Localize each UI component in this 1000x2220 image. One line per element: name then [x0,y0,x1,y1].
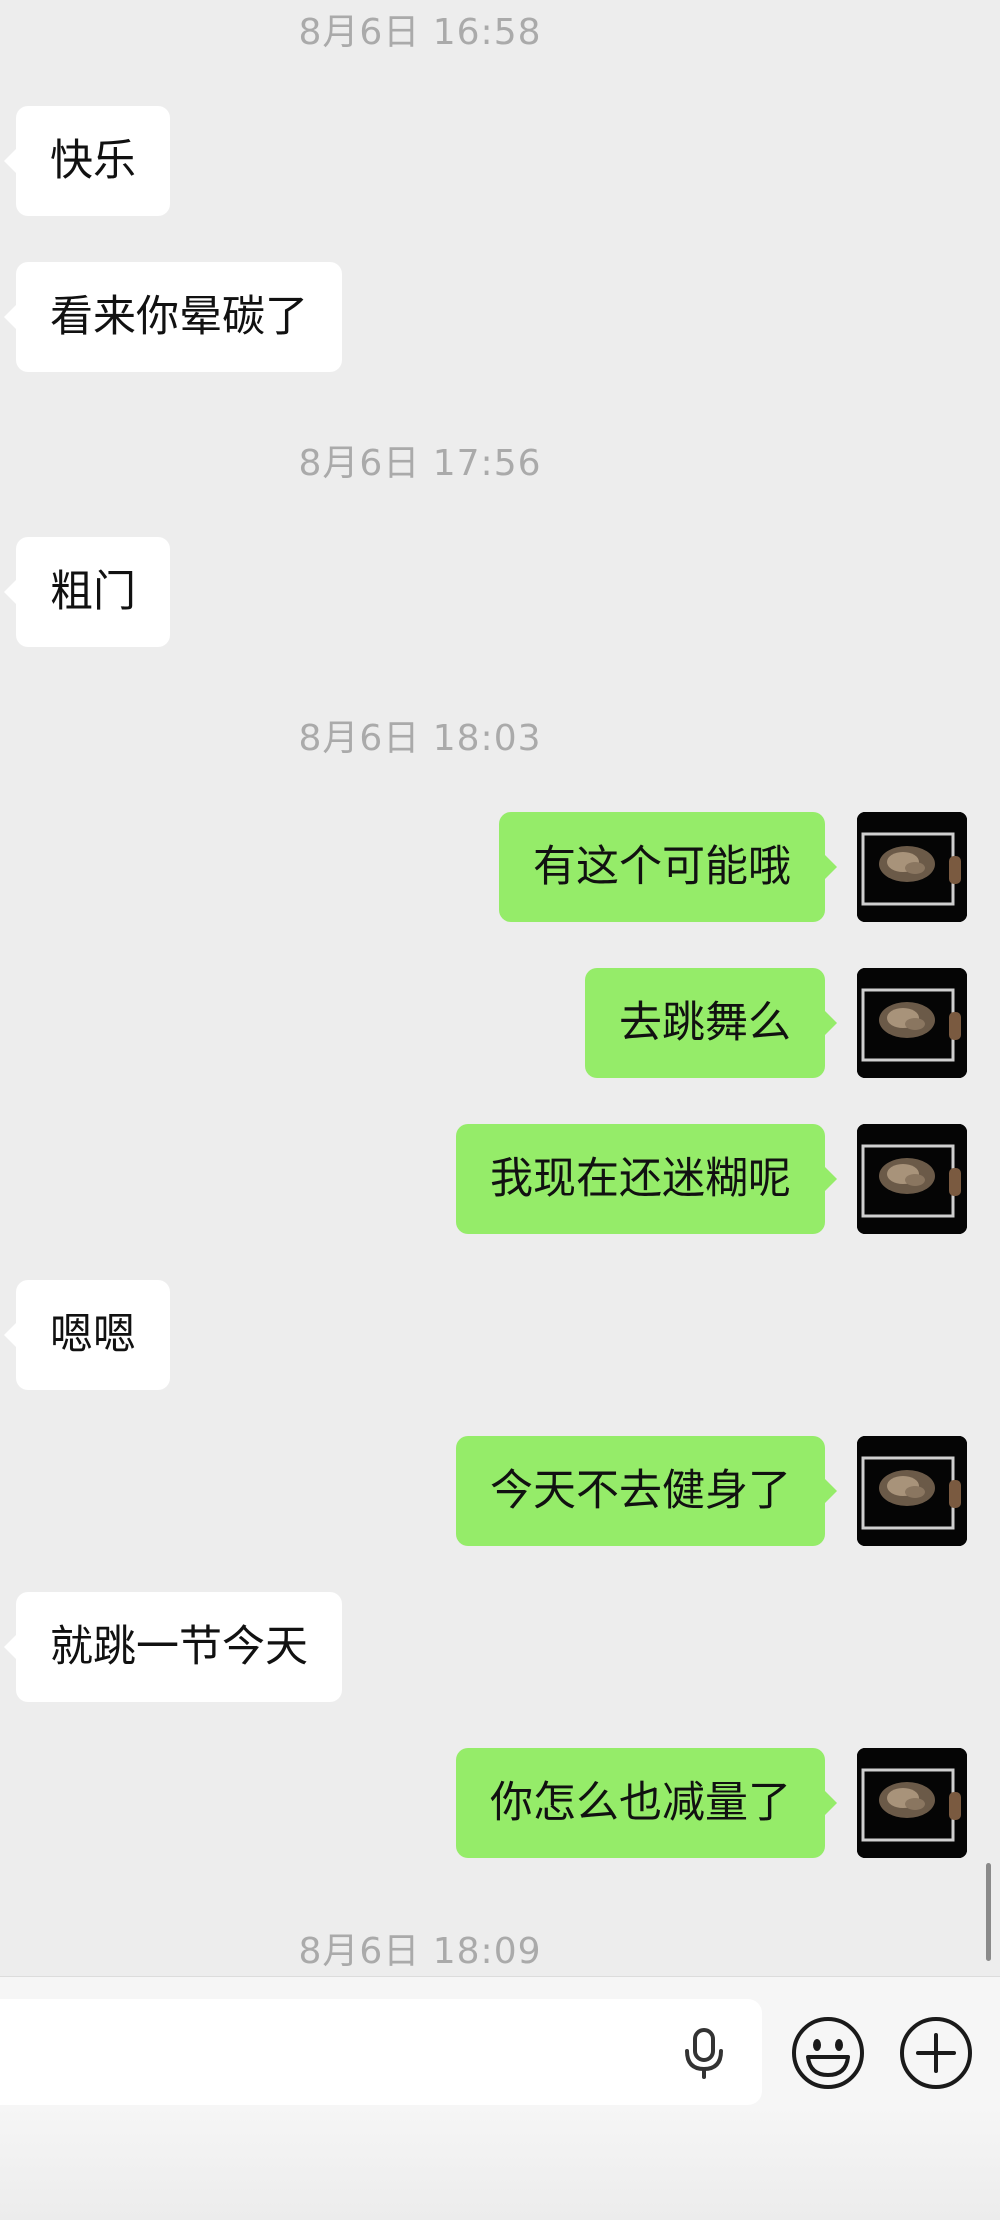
incoming-message[interactable]: 就跳一节今天 [4,1592,342,1702]
avatar-image [857,812,967,922]
input-bar [0,1976,1000,2220]
incoming-message[interactable]: 粗门 [4,537,170,647]
keyboard-area-placeholder [0,2105,1000,2220]
outgoing-message[interactable]: 你怎么也减量了 [456,1748,837,1858]
outgoing-message[interactable]: 今天不去健身了 [456,1436,837,1546]
incoming-message[interactable]: 嗯嗯 [4,1280,170,1390]
plus-icon[interactable] [898,2015,974,2091]
avatar[interactable] [857,1436,967,1546]
timestamp: 8月6日 18:03 [298,718,542,759]
chat-area[interactable]: 8月6日 16:58 快乐 看来你晕碳了 8月6日 17:56 粗门 8月6日 … [0,0,1000,1976]
microphone-icon[interactable] [676,2025,732,2081]
scrollbar[interactable] [986,1863,991,1961]
emoji-icon[interactable] [790,2015,866,2091]
avatar-image [857,1748,967,1858]
avatar[interactable] [857,1748,967,1858]
avatar-image [857,1124,967,1234]
message-input[interactable] [0,1999,762,2105]
outgoing-message[interactable]: 有这个可能哦 [499,812,837,922]
timestamp: 8月6日 16:58 [298,12,542,53]
avatar-image [857,968,967,1078]
avatar[interactable] [857,968,967,1078]
incoming-message[interactable]: 快乐 [4,106,170,216]
outgoing-message[interactable]: 去跳舞么 [585,968,837,1078]
incoming-message[interactable]: 看来你晕碳了 [4,262,342,372]
timestamp: 8月6日 18:09 [298,1931,542,1972]
timestamp: 8月6日 17:56 [298,443,542,484]
outgoing-message[interactable]: 我现在还迷糊呢 [456,1124,837,1234]
avatar-image [857,1436,967,1546]
avatar[interactable] [857,812,967,922]
avatar[interactable] [857,1124,967,1234]
